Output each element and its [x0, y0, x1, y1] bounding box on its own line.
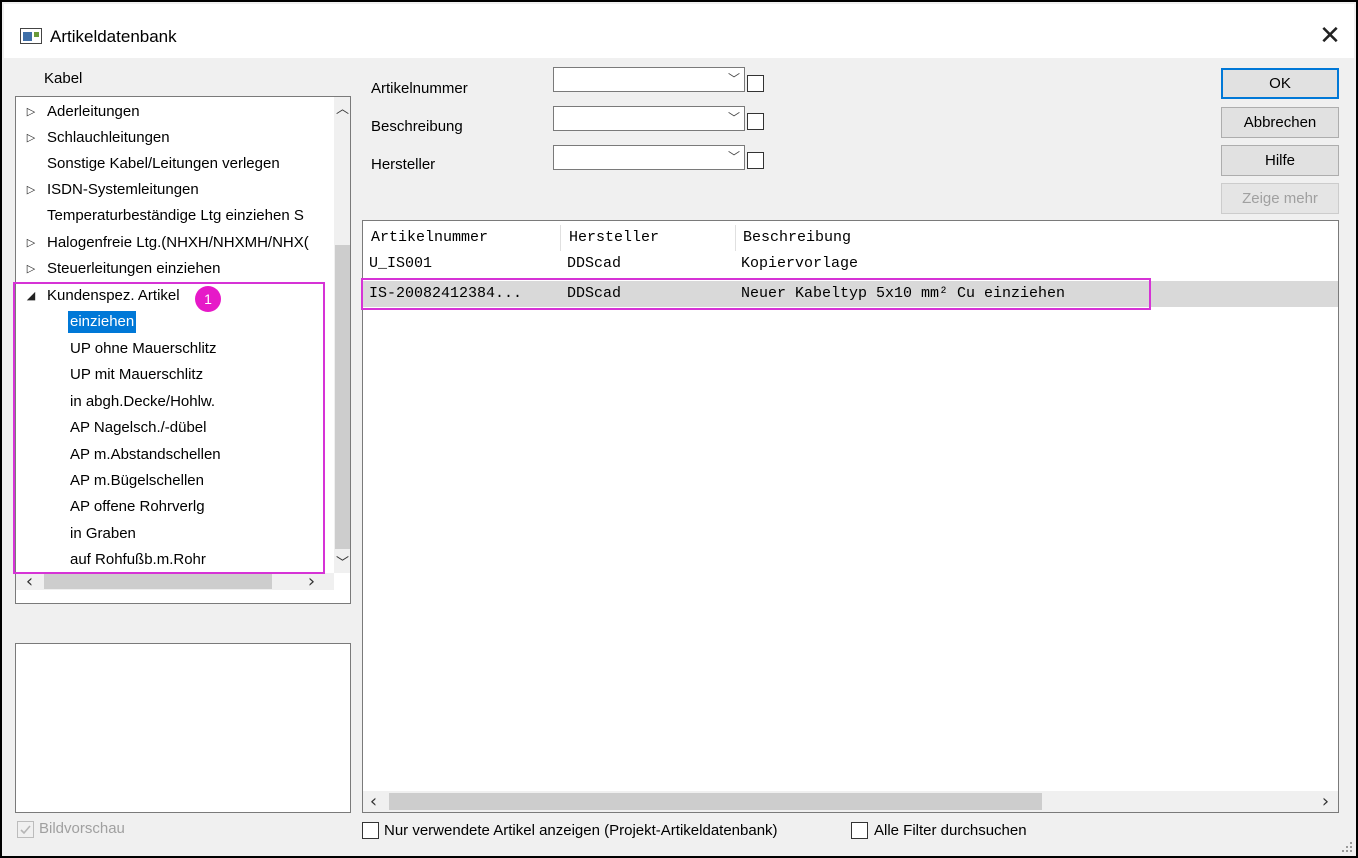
column-divider[interactable]: [735, 225, 736, 251]
checkmark-icon: [20, 825, 31, 835]
cell-article-number: U_IS001: [369, 255, 433, 272]
column-header-description[interactable]: Beschreibung: [743, 225, 851, 251]
manufacturer-combo[interactable]: ﹀: [553, 145, 745, 170]
tree-horizontal-scrollbar[interactable]: ‹ ›: [16, 573, 334, 591]
window-title: Artikeldatenbank: [50, 27, 177, 46]
callout-badge: 1: [195, 286, 221, 312]
chevron-down-icon[interactable]: ﹀: [728, 148, 740, 165]
close-icon[interactable]: ✕: [1316, 22, 1344, 50]
tree-node-label: ISDN-Systemleitungen: [47, 181, 199, 198]
expand-icon[interactable]: ▷: [24, 256, 38, 282]
scroll-left-icon[interactable]: ‹: [365, 793, 382, 811]
only-used-label: Nur verwendete Artikel anzeigen (Projekt…: [384, 822, 778, 839]
image-preview: [15, 643, 351, 813]
tree-header: Kabel: [44, 70, 83, 87]
scroll-thumb[interactable]: [44, 574, 272, 589]
chevron-down-icon[interactable]: ﹀: [728, 109, 740, 126]
manufacturer-checkbox[interactable]: [747, 152, 764, 169]
preview-checkbox[interactable]: [17, 821, 34, 838]
scroll-down-icon[interactable]: ﹀: [334, 555, 350, 572]
highlight-box: [13, 282, 325, 574]
cancel-button[interactable]: Abbrechen: [1221, 107, 1339, 138]
preview-label: Bildvorschau: [39, 820, 125, 837]
search-all-label: Alle Filter durchsuchen: [874, 822, 1027, 839]
expand-icon[interactable]: ▷: [24, 177, 38, 203]
description-checkbox[interactable]: [747, 113, 764, 130]
help-button[interactable]: Hilfe: [1221, 145, 1339, 176]
description-combo[interactable]: ﹀: [553, 106, 745, 131]
filter-label-description: Beschreibung: [371, 118, 463, 135]
chevron-down-icon[interactable]: ﹀: [728, 70, 740, 87]
expand-icon[interactable]: ▷: [24, 125, 38, 151]
filter-label-manufacturer: Hersteller: [371, 156, 436, 173]
article-number-combo[interactable]: ﹀: [553, 67, 745, 92]
tree-node-label: Temperaturbeständige Ltg einziehen S: [47, 207, 304, 224]
only-used-checkbox[interactable]: [362, 822, 379, 839]
title-bar: Artikeldatenbank ✕: [4, 4, 1354, 58]
scroll-right-icon[interactable]: ›: [1317, 793, 1334, 811]
scroll-right-icon[interactable]: ›: [303, 573, 320, 591]
column-divider[interactable]: [560, 225, 561, 251]
expand-icon[interactable]: ▷: [24, 230, 38, 256]
scroll-thumb[interactable]: [335, 245, 350, 549]
table-horizontal-scrollbar[interactable]: ‹ ›: [363, 791, 1338, 812]
highlight-box: [361, 278, 1151, 310]
column-header-manufacturer[interactable]: Hersteller: [569, 225, 659, 251]
tree-vertical-scrollbar[interactable]: ︿ ﹀: [334, 97, 350, 573]
scroll-thumb[interactable]: [389, 793, 1042, 810]
tree-node-label: Schlauchleitungen: [47, 129, 170, 146]
scroll-up-icon[interactable]: ︿: [334, 101, 350, 118]
show-more-button[interactable]: Zeige mehr: [1221, 183, 1339, 214]
search-all-checkbox[interactable]: [851, 822, 868, 839]
app-icon: [20, 28, 42, 44]
tree-node-label: Halogenfreie Ltg.(NHXH/NHXMH/NHX(: [47, 234, 309, 251]
cell-manufacturer: DDScad: [567, 255, 622, 272]
tree-node-label: Steuerleitungen einziehen: [47, 260, 221, 277]
tree-node-label: Aderleitungen: [47, 103, 140, 120]
expand-icon[interactable]: ▷: [24, 99, 38, 125]
filter-label-article-number: Artikelnummer: [371, 80, 468, 97]
article-number-checkbox[interactable]: [747, 75, 764, 92]
cell-description: Kopiervorlage: [741, 255, 859, 272]
column-header-article-number[interactable]: Artikelnummer: [371, 225, 488, 251]
ok-button[interactable]: OK: [1221, 68, 1339, 99]
scroll-left-icon[interactable]: ‹: [21, 573, 38, 591]
tree-node-label: Sonstige Kabel/Leitungen verlegen: [47, 155, 280, 172]
resize-grip-icon[interactable]: [1340, 840, 1354, 854]
